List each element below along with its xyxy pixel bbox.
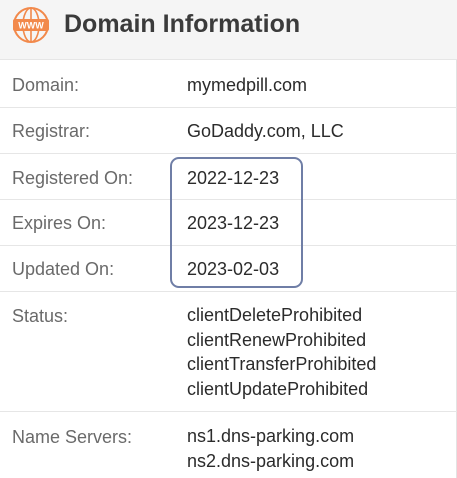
expires-on-value: 2023-12-23 <box>187 213 280 233</box>
name-server-item: ns1.dns-parking.com <box>187 426 355 446</box>
registered-on-value: 2022-12-23 <box>187 168 280 188</box>
page-title: Domain Information <box>64 10 301 38</box>
row-name-servers: Name Servers: ns1.dns-parking.com ns2.dn… <box>0 412 457 478</box>
row-expires-on: Expires On: 2023-12-23 <box>0 200 457 246</box>
name-servers-values: ns1.dns-parking.com ns2.dns-parking.com <box>187 424 354 473</box>
row-registered-on: Registered On: 2022-12-23 <box>0 154 457 200</box>
domain-value: mymedpill.com <box>187 75 308 95</box>
status-item: clientUpdateProhibited <box>187 378 369 399</box>
status-item: clientRenewProhibited <box>187 329 367 350</box>
registered-on-label: Registered On: <box>12 168 134 188</box>
status-values: clientDeleteProhibited clientRenewProhib… <box>187 303 376 401</box>
updated-on-label: Updated On: <box>12 259 115 279</box>
expires-on-label: Expires On: <box>12 213 107 233</box>
domain-label: Domain: <box>12 75 80 95</box>
www-icon-text: WWW <box>18 21 44 31</box>
name-server-item: ns2.dns-parking.com <box>187 450 355 471</box>
www-icon: WWW <box>13 7 49 43</box>
registrar-label: Registrar: <box>12 121 91 141</box>
status-item: clientDeleteProhibited <box>187 305 363 325</box>
row-domain: Domain: mymedpill.com <box>0 61 457 108</box>
updated-on-value: 2023-02-03 <box>187 259 280 279</box>
card-header: WWW Domain Information <box>0 0 457 60</box>
name-servers-label: Name Servers: <box>12 427 133 447</box>
registrar-value: GoDaddy.com, LLC <box>187 121 344 141</box>
domain-info-card: WWW Domain Information Domain: mymedpill… <box>0 0 457 478</box>
row-status: Status: clientDeleteProhibited clientRen… <box>0 292 457 412</box>
status-item: clientTransferProhibited <box>187 354 377 374</box>
status-label: Status: <box>12 306 69 326</box>
row-updated-on: Updated On: 2023-02-03 <box>0 246 457 292</box>
row-registrar: Registrar: GoDaddy.com, LLC <box>0 108 457 154</box>
